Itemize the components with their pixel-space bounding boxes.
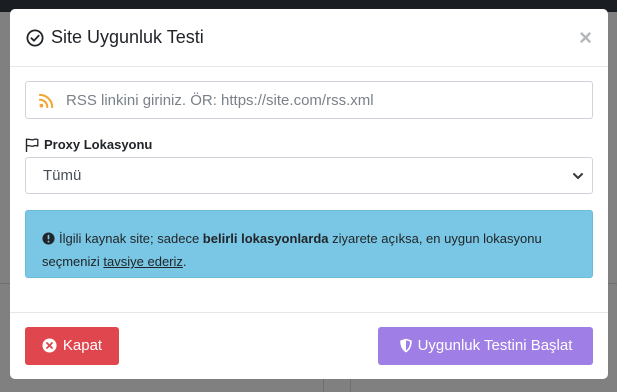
proxy-location-selected: Tümü [43,167,82,184]
times-circle-icon [42,338,57,353]
modal-body: Proxy Lokasyonu Tümü İlgili kaynak site;… [10,67,608,313]
flag-icon [25,138,39,152]
background-divider [323,378,324,392]
site-check-modal: Site Uygunluk Testi × Proxy Lokasyonu Tü… [10,9,608,379]
exclamation-circle-icon [42,232,55,245]
rss-icon [39,93,54,108]
rss-input-group [25,81,593,119]
start-test-button-label: Uygunluk Testini Başlat [417,337,573,354]
proxy-location-select[interactable]: Tümü [25,157,593,194]
close-button[interactable]: Kapat [25,326,119,365]
background-divider [350,378,351,392]
proxy-location-label: Proxy Lokasyonu [25,137,593,152]
close-button-label: Kapat [62,337,103,354]
rss-link-input[interactable] [66,91,586,109]
close-icon[interactable]: × [579,26,592,49]
modal-title-text: Site Uygunluk Testi [51,27,204,47]
info-text-end: . [182,254,187,269]
start-test-button[interactable]: Uygunluk Testini Başlat [378,326,593,365]
modal-title: Site Uygunluk Testi [26,27,204,48]
chevron-down-icon [573,172,583,179]
shield-icon [399,338,412,353]
info-alert: İlgili kaynak site; sadece belirli lokas… [25,210,593,278]
info-text-bold: belirli lokasyonlarda [202,231,329,246]
info-link[interactable]: tavsiye ederiz [103,254,182,269]
check-circle-icon [26,29,44,46]
modal-header: Site Uygunluk Testi × [10,9,608,67]
info-text-1: İlgili kaynak site; sadece [59,231,203,246]
modal-footer: Kapat Uygunluk Testini Başlat [10,313,608,378]
proxy-location-label-text: Proxy Lokasyonu [44,137,153,152]
